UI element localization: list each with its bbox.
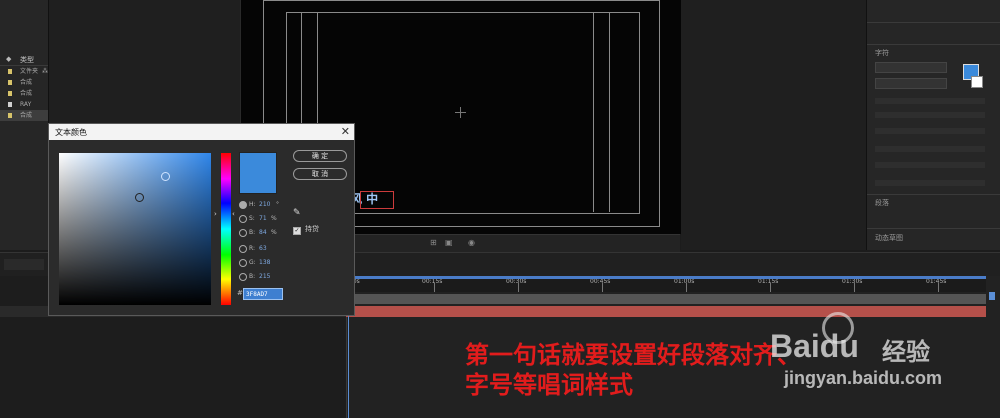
close-icon[interactable]: ✕ — [341, 125, 350, 138]
eyedropper-icon[interactable]: ✎ — [293, 208, 301, 218]
divider — [867, 22, 1000, 23]
saturation-brightness-field[interactable] — [59, 153, 211, 305]
divider — [867, 194, 1000, 195]
stroke-row[interactable] — [875, 128, 985, 134]
dialog-title-bar: 文本颜色 ✕ — [49, 124, 354, 140]
hash-label: # — [237, 289, 243, 297]
watermark-brand: Baidu — [770, 328, 859, 364]
time-ruler[interactable]: 00s00:15s00:30s00:45s01:00s01:15s01:30s0… — [346, 278, 986, 292]
label-color-icon — [8, 102, 12, 107]
green-value[interactable]: 138 — [259, 258, 270, 268]
label-color-icon — [8, 113, 12, 118]
label-color-icon — [8, 91, 12, 96]
region-icon[interactable]: ▣ — [445, 238, 453, 247]
work-area-bar[interactable] — [350, 276, 986, 279]
center-crosshair — [460, 107, 461, 118]
hue-arrow-right-icon: ‹ — [232, 210, 235, 218]
comp-bar — [346, 294, 986, 304]
dialog-title: 文本颜色 — [55, 128, 87, 137]
color-picker-handle[interactable] — [161, 172, 170, 181]
type-column-label: 类型 — [20, 56, 34, 64]
list-item[interactable]: 文件夹 ⁂ — [0, 66, 48, 77]
ruler-time-label: 01:30s — [842, 278, 863, 285]
only-web-colors-label: 持贷 — [305, 225, 319, 233]
watermark-cn: 经验 — [882, 338, 930, 366]
right-panels: 字符 段落 动态草图 — [866, 0, 1000, 250]
hue-arrow-left-icon: › — [214, 210, 217, 218]
paragraph-panel-title[interactable]: 段落 — [875, 198, 889, 208]
scale-row[interactable] — [875, 146, 985, 152]
selected-text-layer[interactable]: 风 中 — [350, 190, 394, 209]
checkmark-icon: ✓ — [293, 227, 301, 235]
ruler-time-label: 00:15s — [422, 278, 443, 285]
hue-slider[interactable] — [221, 153, 231, 305]
timeline-tab[interactable] — [4, 259, 44, 270]
tag-icon: ◆ — [6, 55, 12, 63]
radio-icon — [239, 259, 247, 267]
label-color-icon — [8, 69, 12, 74]
radio-icon — [239, 229, 247, 237]
guide-line — [609, 12, 610, 212]
selection-box — [360, 191, 394, 209]
list-item[interactable]: 合成 — [0, 110, 48, 121]
radio-icon — [239, 245, 247, 253]
motion-sketch-panel-title[interactable]: 动态草图 — [875, 233, 903, 243]
new-color-swatch — [239, 152, 277, 194]
ruler-time-label: 01:45s — [926, 278, 947, 285]
project-column-header[interactable]: ◆ 类型 — [0, 54, 48, 66]
watermark-url: jingyan.baidu.com — [784, 368, 943, 388]
ruler-time-label: 00:45s — [590, 278, 611, 285]
text-style-buttons[interactable] — [875, 180, 985, 186]
brightness-value[interactable]: 84 — [259, 228, 267, 238]
text-color-dialog: 文本颜色 ✕ › ‹ 确 定 取 消 ✎ ✓ 持贷 H: 210 ° S: 71% B:… — [48, 123, 355, 316]
divider — [867, 228, 1000, 229]
radio-icon — [239, 215, 247, 223]
red-value[interactable]: 63 — [259, 244, 267, 254]
font-family-select[interactable] — [875, 62, 947, 73]
radio-icon — [239, 201, 247, 209]
divider — [867, 44, 1000, 45]
blue-value[interactable]: 215 — [259, 272, 270, 282]
viewer-margin — [681, 0, 866, 250]
hue-value[interactable]: 210 — [259, 200, 270, 210]
font-style-select[interactable] — [875, 78, 947, 89]
end-marker-icon[interactable] — [989, 292, 995, 300]
guide-line — [593, 12, 594, 212]
list-item[interactable]: 合成 — [0, 88, 48, 99]
list-item[interactable]: RAY — [0, 99, 48, 110]
only-web-colors-checkbox[interactable]: ✓ 持贷 — [293, 224, 319, 235]
tracking-row[interactable] — [875, 112, 985, 118]
ruler-time-label: 00:30s — [506, 278, 527, 285]
label-color-icon — [8, 80, 12, 85]
camera-icon[interactable]: ◉ — [468, 238, 475, 247]
font-size-row[interactable] — [875, 98, 985, 104]
character-panel-title[interactable]: 字符 — [875, 48, 889, 58]
baseline-row[interactable] — [875, 162, 985, 168]
cancel-button[interactable]: 取 消 — [293, 168, 347, 180]
grid-icon[interactable]: ⊞ — [430, 238, 437, 247]
ruler-time-label: 01:15s — [758, 278, 779, 285]
radio-icon — [239, 273, 247, 281]
stroke-color-swatch[interactable] — [971, 76, 983, 88]
ok-button[interactable]: 确 定 — [293, 150, 347, 162]
baidu-watermark: Baidu 经验 jingyan.baidu.com — [770, 308, 995, 413]
ruler-time-label: 01:00s — [674, 278, 695, 285]
saturation-value[interactable]: 71 — [259, 214, 267, 224]
hierarchy-icon: ⁂ — [42, 68, 48, 75]
project-panel: ◆ 类型 文件夹 ⁂ 合成 合成 RAY 合成 — [0, 0, 49, 250]
original-color-marker — [135, 193, 144, 202]
hex-input[interactable] — [243, 288, 283, 300]
list-item[interactable]: 合成 — [0, 77, 48, 88]
